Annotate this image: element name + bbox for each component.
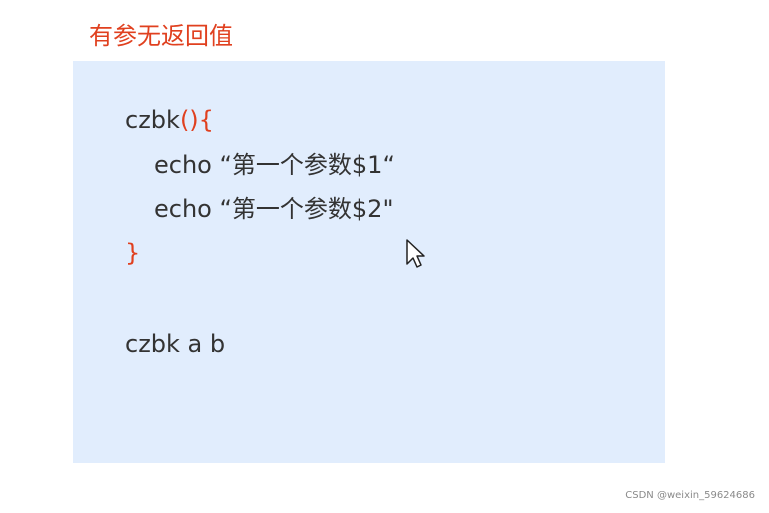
code-block: czbk(){ echo “第一个参数$1“ echo “第一个参数$2" } … <box>73 61 665 463</box>
function-open-braces: (){ <box>179 106 214 134</box>
slide-title: 有参无返回值 <box>89 22 233 50</box>
echo-line-1: echo “第一个参数$1“ <box>154 151 395 179</box>
function-close-brace: } <box>125 239 141 267</box>
function-call-line: czbk a b <box>125 330 226 358</box>
mouse-pointer-icon <box>406 239 425 268</box>
watermark: CSDN @weixin_59624686 <box>625 490 755 501</box>
function-name: czbk <box>125 106 180 134</box>
function-definition-line: czbk(){ <box>125 105 214 135</box>
echo-line-2: echo “第一个参数$2" <box>154 195 394 223</box>
